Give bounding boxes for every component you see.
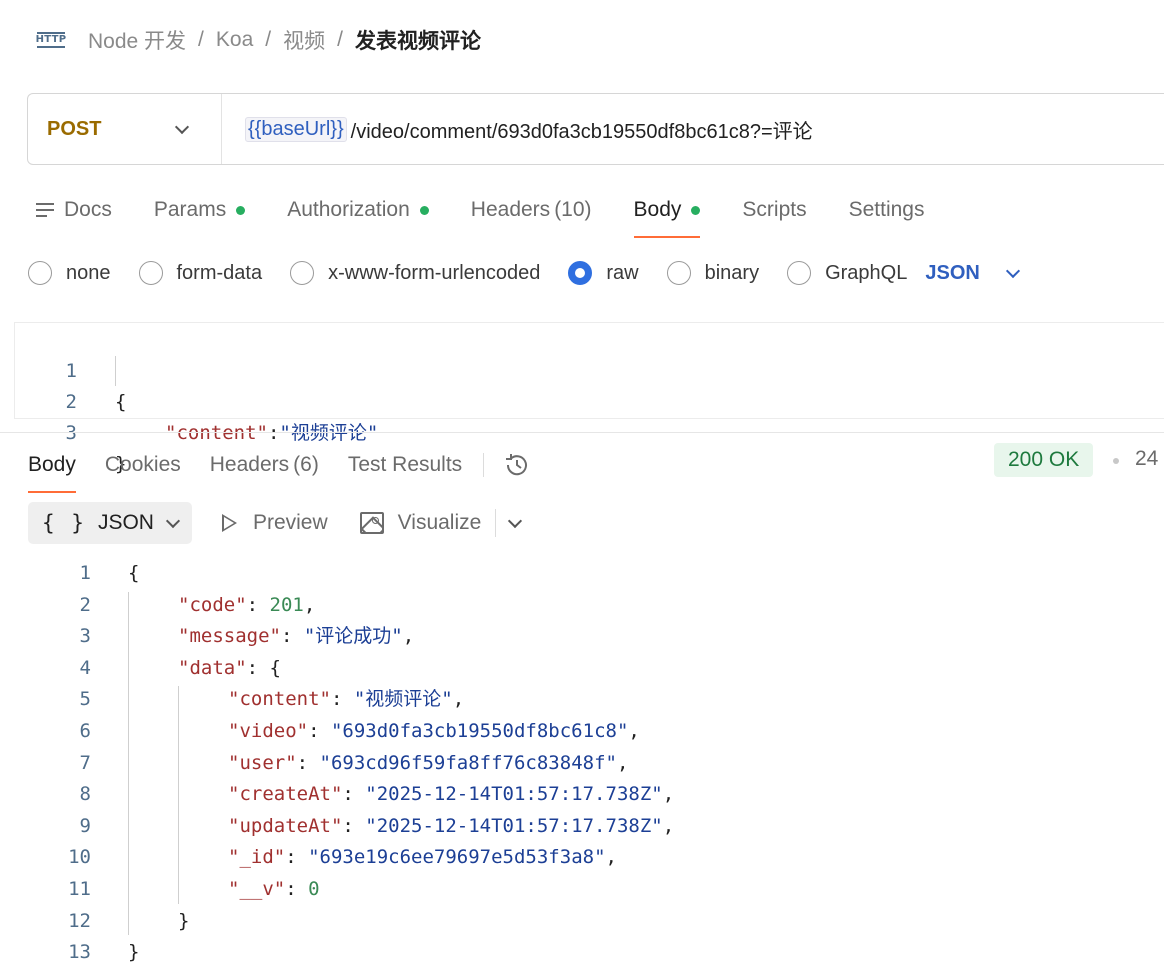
pane-divider[interactable] [0,432,1164,433]
tab-params[interactable]: Params [154,192,246,228]
indent-guide [128,591,129,936]
code-text: "user": "693cd96f59fa8ff76c83848f", [228,751,629,774]
code-text: "__v": 0 [228,878,320,900]
chevron-down-icon [1005,263,1020,278]
line-number: 7 [79,751,91,774]
code-text: { [115,391,127,413]
url-variable[interactable]: {{baseUrl}} [245,116,347,142]
code-text: "code": 201, [178,593,316,616]
braces-icon: { } [42,511,86,535]
method-select[interactable]: POST [28,94,222,164]
radio-x-www-form-urlencoded[interactable]: x-www-form-urlencoded [290,261,540,285]
response-body-editor[interactable]: 1 {2 "code": 201, 3 "message": "评论成功", 4 "data… [0,558,1164,976]
radio-circle[interactable] [290,261,315,285]
history-icon[interactable] [504,452,530,478]
body-format-select[interactable]: JSON [925,262,1020,285]
code-text: "createAt": "2025-12-14T01:57:17.738Z", [228,783,675,806]
breadcrumb-item-subfolder[interactable]: 视频 [283,25,325,55]
code-text: "content": "视频评论", [228,688,465,711]
tab-response-cookies[interactable]: Cookies [105,447,181,483]
line-number: 2 [79,593,91,616]
response-headers-count: (6) [293,453,319,476]
visualize-button[interactable]: Visualize [359,511,481,535]
code-text: "_id": "693e19c6ee79697e5d53f3a8", [228,846,617,869]
play-icon [221,514,237,532]
radio-circle[interactable] [28,261,52,285]
breadcrumb-separator: / [265,28,272,51]
breadcrumb-item-folder[interactable]: Koa [216,28,253,52]
line-number: 13 [68,941,91,964]
separator-dot [1113,458,1119,464]
radio-raw[interactable]: raw [568,261,639,285]
indent-guide [178,686,179,904]
breadcrumb-separator: / [337,28,343,51]
radio-graphql[interactable]: GraphQL [787,261,907,285]
divider [483,453,485,477]
line-number: 3 [79,625,91,648]
code-text: } [178,909,190,932]
line-number: 5 [79,688,91,711]
line-number: 4 [79,656,91,679]
radio-binary[interactable]: binary [666,261,759,285]
status-badge[interactable]: 200 OK [994,443,1094,477]
chevron-down-icon [165,513,181,528]
line-number: 1 [79,562,91,584]
request-body-editor[interactable]: 1 { 2 "content":"视频评论" 3 } [14,322,1164,475]
chevron-down-icon [174,119,190,134]
breadcrumb-separator: / [198,28,204,51]
response-tabs: Body Cookies Headers (6) Test Results [28,442,530,493]
tab-headers[interactable]: Headers (10) [471,192,592,228]
line-number: 12 [68,909,91,932]
radio-form-data[interactable]: form-data [138,261,262,285]
image-icon [359,512,384,534]
preview-button[interactable]: Preview [221,511,328,535]
status-dot [419,205,429,215]
code-text: { [128,562,140,584]
code-text: "video": "693d0fa3cb19550df8bc61c8", [228,720,640,742]
docs-icon [36,203,54,217]
indent-guide [115,356,116,386]
radio-none[interactable]: none [28,261,111,285]
headers-count: (10) [554,198,592,221]
divider [495,509,497,537]
tab-scripts[interactable]: Scripts [742,192,806,228]
code-text: "updateAt": "2025-12-14T01:57:17.738Z", [228,814,675,837]
radio-circle[interactable] [666,261,691,285]
url-bar: POST {{baseUrl}} /video/comment/693d0fa3… [27,93,1164,165]
code-text: } [128,941,140,964]
line-number: 11 [68,878,91,900]
tab-settings[interactable]: Settings [849,192,925,228]
response-time[interactable]: 24 [1135,447,1158,471]
line-number: 9 [79,814,91,837]
breadcrumb: HTTP Node 开发 / Koa / 视频 / 发表视频评论 [36,22,481,58]
tab-test-results[interactable]: Test Results [348,447,462,483]
line-number: 6 [79,720,91,742]
radio-circle[interactable] [787,261,812,285]
url-path: /video/comment/693d0fa3cb19550df8bc61c8?… [350,120,813,143]
tab-authorization[interactable]: Authorization [287,192,429,228]
url-input[interactable]: {{baseUrl}} /video/comment/693d0fa3cb195… [222,115,813,144]
code-text: "message": "评论成功", [178,625,415,648]
chevron-down-icon[interactable] [508,513,523,528]
method-label: POST [47,117,102,140]
radio-circle-checked[interactable] [568,261,593,285]
http-icon: HTTP [36,27,66,53]
response-format-select[interactable]: { } JSON [28,502,192,544]
tab-response-headers[interactable]: Headers (6) [210,447,319,483]
response-toolbar: { } JSON Preview Visualize [28,502,523,544]
status-dot [236,205,246,215]
code-text: "data": { [178,656,281,679]
line-number: 8 [79,783,91,806]
tab-response-body[interactable]: Body [28,447,76,493]
request-tabs: Docs Params Authorization Headers (10) B… [36,192,967,238]
radio-circle[interactable] [138,261,163,285]
status-dot [691,205,701,215]
line-number: 10 [68,846,91,869]
request-title[interactable]: 发表视频评论 [355,25,481,55]
breadcrumb-item-collection[interactable]: Node 开发 [88,25,186,55]
body-type-options: none form-data x-www-form-urlencoded raw… [28,255,1020,291]
tab-docs[interactable]: Docs [36,192,112,228]
tab-body[interactable]: Body [633,192,701,238]
